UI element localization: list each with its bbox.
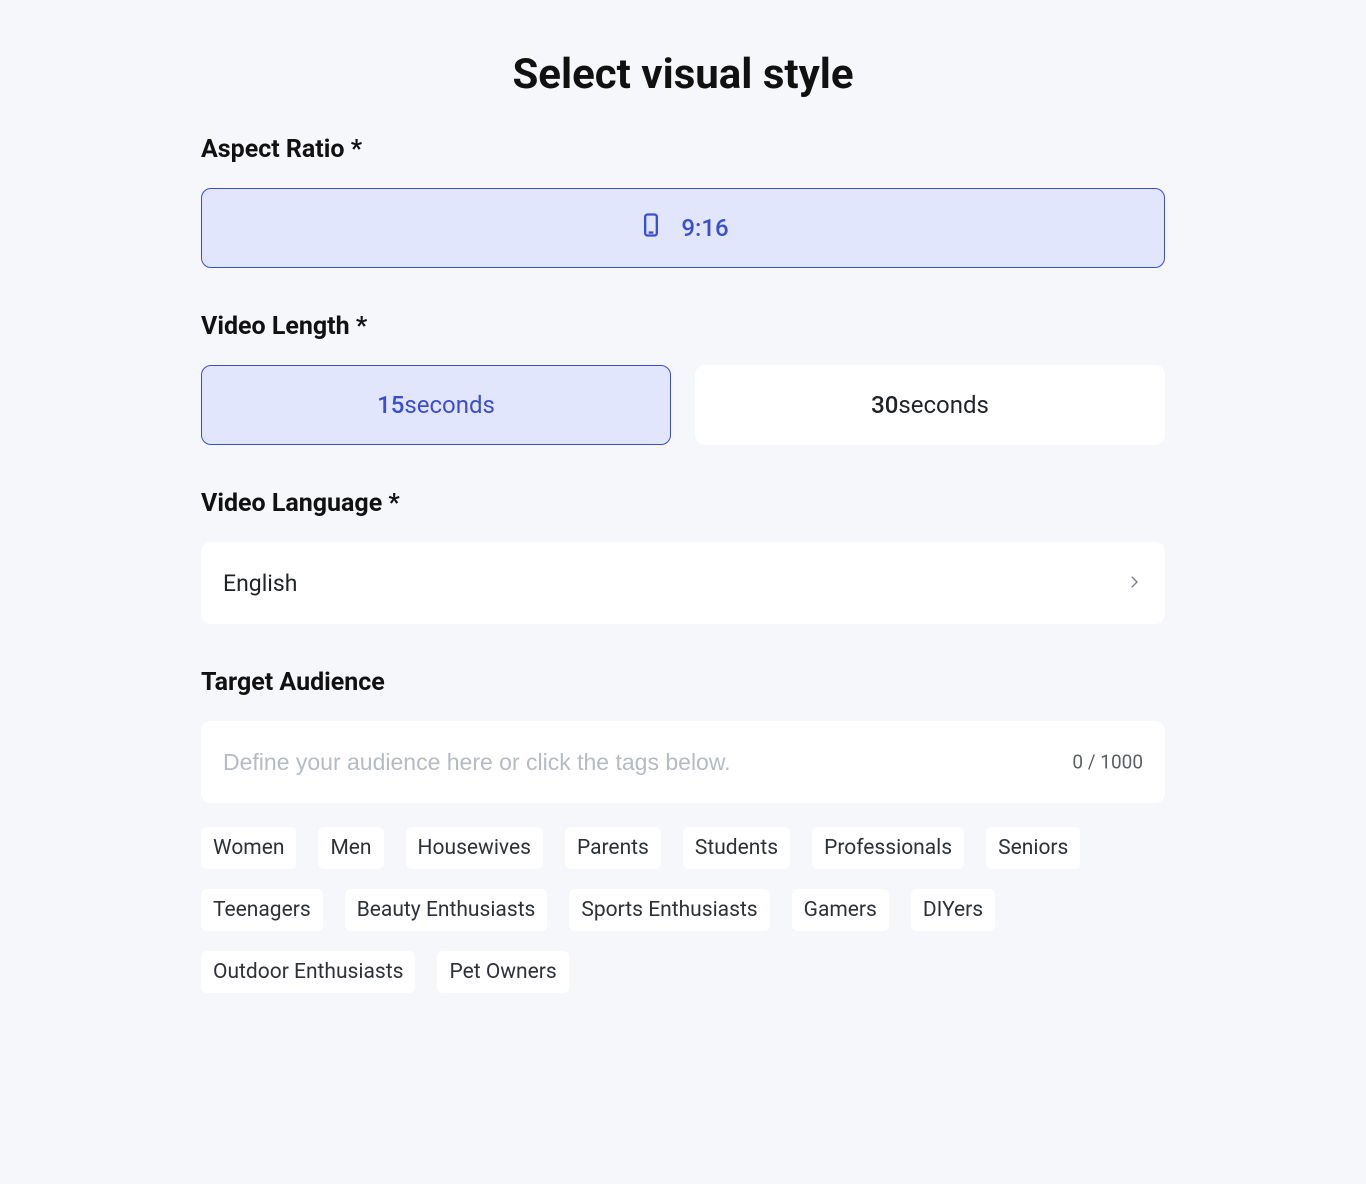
smartphone-icon [637, 211, 665, 245]
video-length-unit: seconds [898, 391, 989, 419]
audience-tag[interactable]: Parents [565, 827, 661, 869]
video-language-value: English [223, 570, 297, 597]
audience-tag[interactable]: Pet Owners [437, 951, 568, 993]
video-length-label: Video Length * [201, 312, 1165, 341]
video-length-option-15[interactable]: 15seconds [201, 365, 671, 445]
target-audience-label: Target Audience [201, 668, 1165, 697]
audience-tag[interactable]: Outdoor Enthusiasts [201, 951, 415, 993]
audience-tag[interactable]: Students [683, 827, 790, 869]
audience-tag[interactable]: Gamers [792, 889, 889, 931]
audience-tag[interactable]: Sports Enthusiasts [569, 889, 769, 931]
video-length-section: Video Length * 15seconds 30seconds [201, 312, 1165, 445]
page-title: Select visual style [201, 50, 1165, 99]
audience-tag[interactable]: Seniors [986, 827, 1080, 869]
chevron-right-icon [1125, 570, 1143, 597]
audience-tag[interactable]: Housewives [406, 827, 543, 869]
video-language-select[interactable]: English [201, 542, 1165, 624]
target-audience-counter: 0 / 1000 [1072, 751, 1143, 774]
audience-tag[interactable]: Teenagers [201, 889, 323, 931]
video-language-label: Video Language * [201, 489, 1165, 518]
video-length-option-30[interactable]: 30seconds [695, 365, 1165, 445]
video-language-section: Video Language * English [201, 489, 1165, 624]
aspect-ratio-label: Aspect Ratio * [201, 135, 1165, 164]
audience-tag[interactable]: Professionals [812, 827, 964, 869]
audience-tag[interactable]: Beauty Enthusiasts [345, 889, 548, 931]
target-audience-section: Target Audience 0 / 1000 Women Men Housewi… [201, 668, 1165, 993]
target-audience-input[interactable] [223, 749, 959, 776]
aspect-ratio-option-9-16[interactable]: 9:16 [201, 188, 1165, 268]
audience-tags: Women Men Housewives Parents Students Profess… [201, 827, 1165, 993]
target-audience-input-wrap: 0 / 1000 [201, 721, 1165, 803]
audience-tag[interactable]: Women [201, 827, 296, 869]
aspect-ratio-section: Aspect Ratio * 9:16 [201, 135, 1165, 268]
audience-tag[interactable]: Men [318, 827, 383, 869]
video-length-unit: seconds [404, 391, 495, 419]
video-length-value: 30 [871, 391, 898, 419]
aspect-ratio-option-label: 9:16 [681, 214, 728, 242]
audience-tag[interactable]: DIYers [911, 889, 995, 931]
video-length-value: 15 [377, 391, 404, 419]
